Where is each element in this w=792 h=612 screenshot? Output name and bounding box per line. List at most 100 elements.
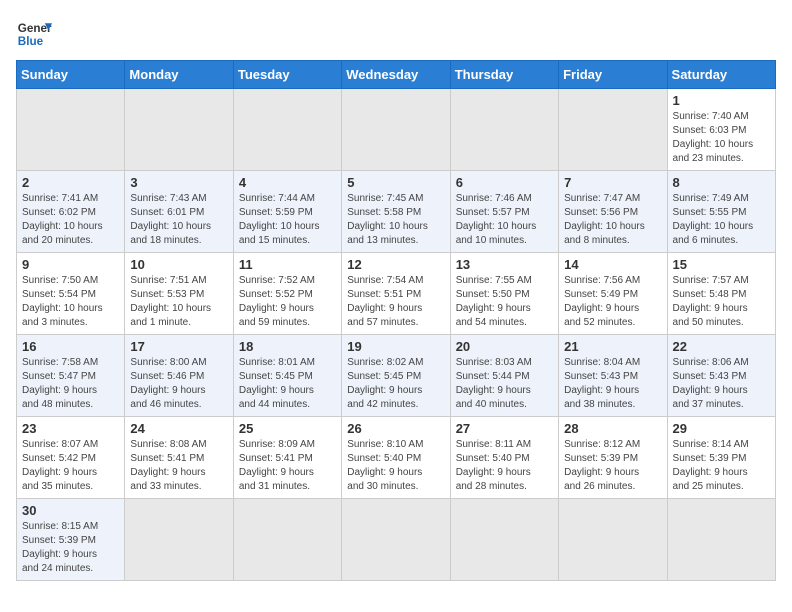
day-number: 15 [673,257,770,272]
day-info: Sunrise: 8:01 AM Sunset: 5:45 PM Dayligh… [239,356,336,412]
day-number: 9 [22,257,119,272]
day-number: 21 [564,339,661,354]
day-number: 7 [564,175,661,190]
day-info: Sunrise: 7:41 AM Sunset: 6:02 PM Dayligh… [22,192,119,248]
calendar-cell: 23Sunrise: 8:07 AM Sunset: 5:42 PM Dayli… [17,417,125,499]
day-info: Sunrise: 8:02 AM Sunset: 5:45 PM Dayligh… [347,356,444,412]
calendar-cell: 11Sunrise: 7:52 AM Sunset: 5:52 PM Dayli… [233,253,341,335]
calendar-cell [559,499,667,581]
day-number: 5 [347,175,444,190]
calendar-cell [342,499,450,581]
day-info: Sunrise: 8:03 AM Sunset: 5:44 PM Dayligh… [456,356,553,412]
calendar-cell: 5 Sunrise: 7:45 AM Sunset: 5:58 PM Daylig… [342,171,450,253]
svg-text:Blue: Blue [18,35,44,48]
calendar-cell [342,89,450,171]
day-header-thursday: Thursday [450,61,558,89]
calendar-week-2: 2Sunrise: 7:41 AM Sunset: 6:02 PM Daylig… [17,171,776,253]
calendar-cell: 22Sunrise: 8:06 AM Sunset: 5:43 PM Dayli… [667,335,775,417]
day-info: Sunrise: 7:52 AM Sunset: 5:52 PM Dayligh… [239,274,336,330]
calendar-cell: 10Sunrise: 7:51 AM Sunset: 5:53 PM Dayli… [125,253,233,335]
day-header-monday: Monday [125,61,233,89]
calendar-cell: 29 Sunrise: 8:14 AM Sunset: 5:39 PM Dayli… [667,417,775,499]
day-info: Sunrise: 7:43 AM Sunset: 6:01 PM Dayligh… [130,192,227,248]
day-info: Sunrise: 8:10 AM Sunset: 5:40 PM Dayligh… [347,438,444,494]
calendar-cell: 20 Sunrise: 8:03 AM Sunset: 5:44 PM Dayli… [450,335,558,417]
calendar-cell: 15 Sunrise: 7:57 AM Sunset: 5:48 PM Dayli… [667,253,775,335]
calendar-week-3: 9 Sunrise: 7:50 AM Sunset: 5:54 PM Daylig… [17,253,776,335]
calendar-cell [559,89,667,171]
day-info: Sunrise: 7:57 AM Sunset: 5:48 PM Dayligh… [673,274,770,330]
day-number: 1 [673,93,770,108]
day-info: Sunrise: 7:55 AM Sunset: 5:50 PM Dayligh… [456,274,553,330]
day-header-tuesday: Tuesday [233,61,341,89]
day-number: 12 [347,257,444,272]
day-info: Sunrise: 7:46 AM Sunset: 5:57 PM Dayligh… [456,192,553,248]
calendar-cell: 18 Sunrise: 8:01 AM Sunset: 5:45 PM Dayli… [233,335,341,417]
calendar-cell: 7 Sunrise: 7:47 AM Sunset: 5:56 PM Daylig… [559,171,667,253]
day-info: Sunrise: 7:40 AM Sunset: 6:03 PM Dayligh… [673,110,770,166]
day-number: 27 [456,421,553,436]
day-number: 25 [239,421,336,436]
day-info: Sunrise: 7:44 AM Sunset: 5:59 PM Dayligh… [239,192,336,248]
day-number: 18 [239,339,336,354]
day-number: 16 [22,339,119,354]
calendar-cell [125,499,233,581]
calendar-cell: 26Sunrise: 8:10 AM Sunset: 5:40 PM Dayli… [342,417,450,499]
day-info: Sunrise: 8:09 AM Sunset: 5:41 PM Dayligh… [239,438,336,494]
logo: General Blue [16,16,52,52]
calendar-cell: 27 Sunrise: 8:11 AM Sunset: 5:40 PM Dayli… [450,417,558,499]
day-number: 23 [22,421,119,436]
calendar-cell: 14 Sunrise: 7:56 AM Sunset: 5:49 PM Dayli… [559,253,667,335]
day-number: 6 [456,175,553,190]
day-header-wednesday: Wednesday [342,61,450,89]
calendar-cell: 12Sunrise: 7:54 AM Sunset: 5:51 PM Dayli… [342,253,450,335]
calendar-cell: 25 Sunrise: 8:09 AM Sunset: 5:41 PM Dayli… [233,417,341,499]
day-info: Sunrise: 8:06 AM Sunset: 5:43 PM Dayligh… [673,356,770,412]
calendar-cell: 16Sunrise: 7:58 AM Sunset: 5:47 PM Dayli… [17,335,125,417]
calendar-cell [17,89,125,171]
day-info: Sunrise: 7:50 AM Sunset: 5:54 PM Dayligh… [22,274,119,330]
day-info: Sunrise: 8:12 AM Sunset: 5:39 PM Dayligh… [564,438,661,494]
day-info: Sunrise: 7:45 AM Sunset: 5:58 PM Dayligh… [347,192,444,248]
calendar-cell: 1 Sunrise: 7:40 AM Sunset: 6:03 PM Daylig… [667,89,775,171]
day-number: 4 [239,175,336,190]
day-info: Sunrise: 7:47 AM Sunset: 5:56 PM Dayligh… [564,192,661,248]
calendar-week-1: 1 Sunrise: 7:40 AM Sunset: 6:03 PM Daylig… [17,89,776,171]
calendar-cell: 3 Sunrise: 7:43 AM Sunset: 6:01 PM Daylig… [125,171,233,253]
day-info: Sunrise: 8:15 AM Sunset: 5:39 PM Dayligh… [22,520,119,576]
day-info: Sunrise: 8:11 AM Sunset: 5:40 PM Dayligh… [456,438,553,494]
day-number: 28 [564,421,661,436]
day-number: 29 [673,421,770,436]
calendar-cell [233,89,341,171]
day-header-sunday: Sunday [17,61,125,89]
day-number: 30 [22,503,119,518]
calendar: SundayMondayTuesdayWednesdayThursdayFrid… [16,60,776,581]
calendar-week-5: 23Sunrise: 8:07 AM Sunset: 5:42 PM Dayli… [17,417,776,499]
day-number: 19 [347,339,444,354]
calendar-cell: 8Sunrise: 7:49 AM Sunset: 5:55 PM Daylig… [667,171,775,253]
day-number: 14 [564,257,661,272]
day-number: 20 [456,339,553,354]
calendar-cell: 30 Sunrise: 8:15 AM Sunset: 5:39 PM Dayli… [17,499,125,581]
calendar-week-4: 16Sunrise: 7:58 AM Sunset: 5:47 PM Dayli… [17,335,776,417]
calendar-cell: 19 Sunrise: 8:02 AM Sunset: 5:45 PM Dayli… [342,335,450,417]
day-number: 17 [130,339,227,354]
calendar-cell: 4 Sunrise: 7:44 AM Sunset: 5:59 PM Daylig… [233,171,341,253]
calendar-cell [125,89,233,171]
day-info: Sunrise: 8:14 AM Sunset: 5:39 PM Dayligh… [673,438,770,494]
calendar-cell [667,499,775,581]
day-header-saturday: Saturday [667,61,775,89]
calendar-cell: 24Sunrise: 8:08 AM Sunset: 5:41 PM Dayli… [125,417,233,499]
day-number: 10 [130,257,227,272]
calendar-cell: 21 Sunrise: 8:04 AM Sunset: 5:43 PM Dayli… [559,335,667,417]
day-header-friday: Friday [559,61,667,89]
day-number: 3 [130,175,227,190]
calendar-cell: 17 Sunrise: 8:00 AM Sunset: 5:46 PM Dayli… [125,335,233,417]
day-info: Sunrise: 8:08 AM Sunset: 5:41 PM Dayligh… [130,438,227,494]
day-info: Sunrise: 8:00 AM Sunset: 5:46 PM Dayligh… [130,356,227,412]
calendar-cell [233,499,341,581]
day-number: 8 [673,175,770,190]
calendar-week-6: 30 Sunrise: 8:15 AM Sunset: 5:39 PM Dayli… [17,499,776,581]
day-info: Sunrise: 8:04 AM Sunset: 5:43 PM Dayligh… [564,356,661,412]
day-info: Sunrise: 7:56 AM Sunset: 5:49 PM Dayligh… [564,274,661,330]
